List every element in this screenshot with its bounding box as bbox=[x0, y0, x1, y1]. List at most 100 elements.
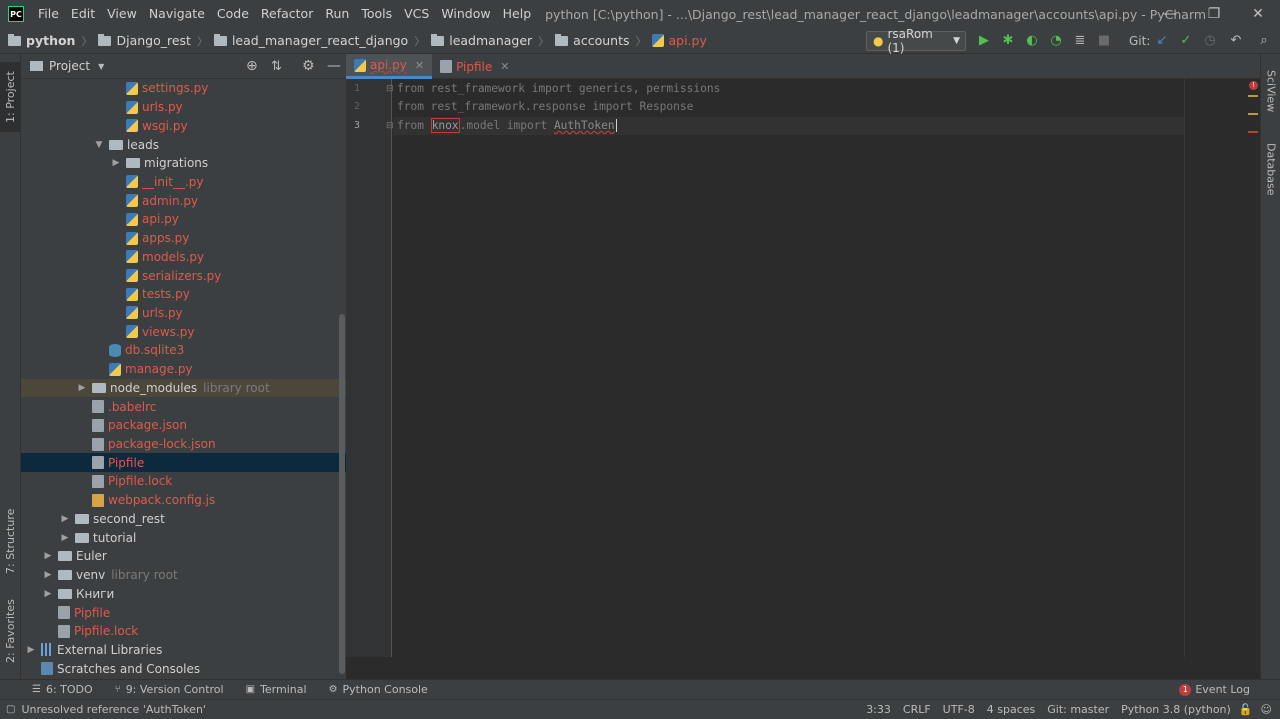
menu-code[interactable]: Code bbox=[211, 0, 255, 28]
git-branch[interactable]: Git: master bbox=[1047, 703, 1109, 716]
stop-icon[interactable]: ■ bbox=[1096, 33, 1112, 49]
breadcrumb-item[interactable]: api.py bbox=[652, 33, 707, 48]
menu-vcs[interactable]: VCS bbox=[398, 0, 435, 28]
tree-file[interactable]: ▶ External Libraries bbox=[21, 641, 341, 660]
menu-refactor[interactable]: Refactor bbox=[255, 0, 319, 28]
tree-folder[interactable]: ▶ tutorial bbox=[21, 528, 341, 547]
chevron-right-icon[interactable]: ▶ bbox=[42, 570, 54, 580]
tree-folder[interactable]: ▶ second_rest bbox=[21, 510, 341, 529]
revert-icon[interactable]: ↶ bbox=[1228, 33, 1244, 49]
chevron-right-icon[interactable]: ▶ bbox=[110, 158, 122, 168]
minimize-button[interactable]: — bbox=[1148, 0, 1192, 28]
chevron-right-icon[interactable]: ▶ bbox=[59, 514, 71, 524]
git-history-icon[interactable]: ◷ bbox=[1202, 33, 1218, 49]
editor-tab-api-py[interactable]: api.py ✕ bbox=[346, 54, 433, 79]
warning-stripe-marker[interactable] bbox=[1248, 95, 1258, 97]
git-commit-icon[interactable]: ✓ bbox=[1178, 33, 1194, 49]
hector-icon[interactable]: ☺ bbox=[1261, 703, 1272, 716]
project-view-select[interactable]: Project bbox=[49, 59, 90, 73]
menu-help[interactable]: Help bbox=[497, 0, 538, 28]
close-tab-icon[interactable]: ✕ bbox=[415, 59, 424, 72]
chevron-right-icon[interactable]: ▶ bbox=[59, 533, 71, 543]
tree-file[interactable]: settings.py bbox=[21, 79, 341, 98]
locate-icon[interactable]: ⊕ bbox=[246, 58, 258, 74]
tree-file[interactable]: admin.py bbox=[21, 191, 341, 210]
tab-database-tool[interactable]: Database bbox=[1261, 134, 1280, 204]
chevron-right-icon[interactable]: ▶ bbox=[42, 589, 54, 599]
tab-sciview-tool[interactable]: SciView bbox=[1261, 64, 1280, 119]
tab-project-tool[interactable]: 1: Project bbox=[0, 62, 21, 132]
profile-icon[interactable]: ◔ bbox=[1048, 33, 1064, 49]
event-log-button[interactable]: 1 Event Log bbox=[1179, 683, 1250, 696]
tree-file[interactable]: db.sqlite3 bbox=[21, 341, 341, 360]
tool-window--version-control[interactable]: ⑂ 9: Version Control bbox=[115, 683, 224, 696]
tree-file[interactable]: models.py bbox=[21, 247, 341, 266]
cursor-position[interactable]: 3:33 bbox=[866, 703, 891, 716]
chevron-right-icon[interactable]: ▶ bbox=[42, 551, 54, 561]
tree-file[interactable]: serializers.py bbox=[21, 266, 341, 285]
tree-file[interactable]: package-lock.json bbox=[21, 435, 341, 454]
tree-file[interactable]: .babelrc bbox=[21, 397, 341, 416]
chevron-right-icon[interactable]: ▶ bbox=[25, 645, 37, 655]
tree-folder[interactable]: ▼ leads bbox=[21, 135, 341, 154]
tree-file[interactable]: __init__.py bbox=[21, 173, 341, 192]
tree-file[interactable]: Pipfile.lock bbox=[21, 622, 341, 641]
tree-folder[interactable]: ▶ Книги bbox=[21, 584, 341, 603]
coverage-icon[interactable]: ◐ bbox=[1024, 33, 1040, 49]
python-interpreter[interactable]: Python 3.8 (python) bbox=[1121, 703, 1231, 716]
tree-file[interactable]: views.py bbox=[21, 322, 341, 341]
chevron-right-icon[interactable]: ▶ bbox=[76, 383, 88, 393]
tree-file[interactable]: Scratches and Consoles bbox=[21, 659, 341, 678]
run-configuration-select[interactable]: ● rsaRom (1) ▼ bbox=[866, 27, 966, 55]
menu-tools[interactable]: Tools bbox=[355, 0, 398, 28]
collapse-all-icon[interactable]: ⇅ bbox=[271, 59, 282, 74]
run-icon[interactable]: ▶ bbox=[976, 33, 992, 49]
lock-icon[interactable]: 🔓 bbox=[1239, 703, 1253, 716]
menu-navigate[interactable]: Navigate bbox=[143, 0, 211, 28]
menu-run[interactable]: Run bbox=[319, 0, 355, 28]
tree-file[interactable]: urls.py bbox=[21, 304, 341, 323]
search-icon[interactable]: ⌕ bbox=[1256, 33, 1272, 49]
close-window-button[interactable]: ✕ bbox=[1236, 0, 1280, 28]
tree-file[interactable]: manage.py bbox=[21, 360, 341, 379]
tab-structure-tool[interactable]: 7: Structure bbox=[0, 504, 21, 579]
tree-folder[interactable]: ▶ migrations bbox=[21, 154, 341, 173]
tree-file[interactable]: Pipfile.lock bbox=[21, 472, 341, 491]
error-stripe-marker[interactable] bbox=[1248, 131, 1258, 133]
editor-tab-pipfile[interactable]: Pipfile ✕ bbox=[432, 54, 517, 79]
tree-file[interactable]: urls.py bbox=[21, 98, 341, 117]
line-separator[interactable]: CRLF bbox=[903, 703, 931, 716]
breadcrumb-item[interactable]: Django_rest bbox=[98, 33, 191, 48]
tree-file[interactable]: wsgi.py bbox=[21, 116, 341, 135]
tool-window-python-console[interactable]: ⚙ Python Console bbox=[329, 683, 428, 696]
close-tab-icon[interactable]: ✕ bbox=[500, 60, 509, 73]
tree-scrollbar[interactable] bbox=[339, 314, 345, 674]
breadcrumb-item[interactable]: python bbox=[8, 33, 75, 48]
tree-file[interactable]: apps.py bbox=[21, 229, 341, 248]
gear-icon[interactable]: ⚙ bbox=[302, 58, 315, 74]
breadcrumb-item[interactable]: lead_manager_react_django bbox=[213, 33, 408, 48]
file-encoding[interactable]: UTF-8 bbox=[943, 703, 975, 716]
tree-file[interactable]: package.json bbox=[21, 416, 341, 435]
breadcrumb-item[interactable]: accounts bbox=[555, 33, 629, 48]
menu-file[interactable]: File bbox=[32, 0, 65, 28]
menu-window[interactable]: Window bbox=[435, 0, 496, 28]
tree-file[interactable]: api.py bbox=[21, 210, 341, 229]
indent-setting[interactable]: 4 spaces bbox=[987, 703, 1036, 716]
error-indicator-icon[interactable]: ! bbox=[1249, 81, 1258, 90]
warning-stripe-marker[interactable] bbox=[1248, 113, 1258, 115]
menu-view[interactable]: View bbox=[101, 0, 143, 28]
tree-file[interactable]: Pipfile bbox=[21, 453, 346, 473]
tree-file[interactable]: Pipfile bbox=[21, 603, 341, 622]
tree-folder[interactable]: ▶ venv library root bbox=[21, 566, 341, 585]
tool-window--todo[interactable]: ☰ 6: TODO bbox=[32, 683, 93, 696]
tool-window-terminal[interactable]: ▣ Terminal bbox=[246, 683, 307, 696]
chevron-down-icon[interactable]: ▼ bbox=[93, 140, 105, 150]
restore-button[interactable]: ❐ bbox=[1192, 0, 1236, 28]
code-editor[interactable]: from rest_framework import generics, per… bbox=[393, 79, 1260, 657]
git-update-icon[interactable]: ↙ bbox=[1154, 33, 1170, 49]
tree-file[interactable]: tests.py bbox=[21, 285, 341, 304]
hide-panel-icon[interactable]: — bbox=[327, 58, 341, 74]
debug-icon[interactable]: ✱ bbox=[1000, 33, 1016, 49]
menu-edit[interactable]: Edit bbox=[65, 0, 101, 28]
